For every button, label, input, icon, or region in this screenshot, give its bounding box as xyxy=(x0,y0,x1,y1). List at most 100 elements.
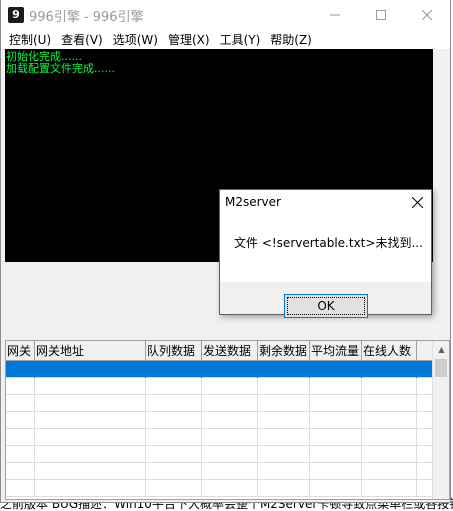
table-cell xyxy=(258,378,310,395)
table-row[interactable] xyxy=(6,412,449,429)
table-cell xyxy=(35,429,146,446)
dialog-footer: OK xyxy=(220,282,431,318)
scroll-up-icon[interactable]: ▲ xyxy=(433,341,450,358)
column-header-online-count[interactable]: 在线人数 xyxy=(362,341,417,361)
table-cell xyxy=(310,429,362,446)
table-row[interactable] xyxy=(6,463,449,480)
table-cell xyxy=(146,480,202,497)
table-cell xyxy=(202,412,258,429)
table-cell xyxy=(6,412,35,429)
table-cell xyxy=(35,480,146,497)
table-cell xyxy=(6,429,35,446)
table-cell xyxy=(202,446,258,463)
maximize-button[interactable] xyxy=(358,0,404,30)
table-cell xyxy=(35,378,146,395)
grid-scrollbar[interactable]: ▲ xyxy=(432,341,449,499)
close-icon xyxy=(422,10,432,20)
table-cell xyxy=(35,446,146,463)
table-row[interactable] xyxy=(6,429,449,446)
menu-options[interactable]: 选项(W) xyxy=(108,31,163,49)
table-cell xyxy=(202,378,258,395)
table-cell xyxy=(146,463,202,480)
grid-body xyxy=(6,361,449,497)
window-title: 996引擎 - 996引擎 xyxy=(29,9,144,25)
table-cell xyxy=(362,361,417,378)
table-cell xyxy=(146,412,202,429)
table-cell xyxy=(6,463,35,480)
table-cell xyxy=(258,395,310,412)
table-cell xyxy=(146,395,202,412)
table-cell xyxy=(310,463,362,480)
error-dialog: M2server 文件 <!servertable.txt>未找到... OK xyxy=(219,189,432,318)
table-row[interactable] xyxy=(6,446,449,463)
minimize-button[interactable] xyxy=(312,0,358,30)
table-cell xyxy=(202,361,258,378)
table-row[interactable] xyxy=(6,378,449,395)
table-cell xyxy=(202,463,258,480)
app-icon: 9 xyxy=(8,7,24,23)
table-cell xyxy=(258,463,310,480)
minimize-icon xyxy=(330,14,340,16)
gateway-grid[interactable]: 网关 网关地址 队列数据 发送数据 剩余数据 平均流量 在线人数 ▲ xyxy=(5,340,450,500)
table-cell xyxy=(258,446,310,463)
menu-help[interactable]: 帮助(Z) xyxy=(265,31,317,49)
table-cell xyxy=(258,412,310,429)
table-cell xyxy=(6,446,35,463)
table-cell xyxy=(35,412,146,429)
table-cell xyxy=(310,480,362,497)
column-header-remaining-data[interactable]: 剩余数据 xyxy=(258,341,310,361)
column-header-gateway-address[interactable]: 网关地址 xyxy=(35,341,146,361)
menu-control[interactable]: 控制(U) xyxy=(4,31,56,49)
table-cell xyxy=(362,446,417,463)
table-cell xyxy=(310,446,362,463)
table-cell xyxy=(310,361,362,378)
table-cell xyxy=(35,361,146,378)
maximize-icon xyxy=(376,10,386,20)
table-cell xyxy=(202,480,258,497)
menu-manage[interactable]: 管理(X) xyxy=(163,31,215,49)
table-cell xyxy=(202,395,258,412)
table-row[interactable] xyxy=(6,480,449,497)
table-cell xyxy=(6,378,35,395)
table-cell xyxy=(6,480,35,497)
table-row[interactable] xyxy=(6,361,449,378)
log-line: 加载配置文件完成...... xyxy=(6,62,115,75)
dialog-close-button[interactable] xyxy=(403,190,431,214)
table-cell xyxy=(146,378,202,395)
dialog-title-bar[interactable]: M2server xyxy=(220,190,431,214)
dialog-title: M2server xyxy=(225,195,281,209)
table-cell xyxy=(362,378,417,395)
table-cell xyxy=(362,395,417,412)
close-icon xyxy=(411,196,423,208)
table-cell xyxy=(35,395,146,412)
table-row[interactable] xyxy=(6,395,449,412)
column-header-sent-data[interactable]: 发送数据 xyxy=(202,341,258,361)
column-header-queue-data[interactable]: 队列数据 xyxy=(146,341,202,361)
table-cell xyxy=(310,378,362,395)
column-header-gateway[interactable]: 网关 xyxy=(6,341,35,361)
table-cell xyxy=(6,395,35,412)
table-cell xyxy=(310,395,362,412)
table-cell xyxy=(35,463,146,480)
table-cell xyxy=(258,429,310,446)
close-button[interactable] xyxy=(404,0,450,30)
table-cell xyxy=(362,480,417,497)
table-cell xyxy=(146,429,202,446)
table-cell xyxy=(202,429,258,446)
grid-header: 网关 网关地址 队列数据 发送数据 剩余数据 平均流量 在线人数 xyxy=(6,341,449,361)
menu-tools[interactable]: 工具(Y) xyxy=(215,31,266,49)
table-cell xyxy=(146,446,202,463)
console-scrollbar[interactable] xyxy=(433,49,450,262)
table-cell xyxy=(362,463,417,480)
scroll-thumb[interactable] xyxy=(435,359,447,377)
table-cell xyxy=(362,412,417,429)
menu-view[interactable]: 查看(V) xyxy=(56,31,108,49)
table-cell xyxy=(6,361,35,378)
table-cell xyxy=(310,412,362,429)
table-cell xyxy=(362,429,417,446)
ok-button[interactable]: OK xyxy=(284,294,368,318)
table-cell xyxy=(258,361,310,378)
column-header-avg-traffic[interactable]: 平均流量 xyxy=(310,341,362,361)
title-bar[interactable]: 9 996引擎 - 996引擎 xyxy=(1,0,450,30)
dialog-message: 文件 <!servertable.txt>未找到... xyxy=(220,214,431,282)
